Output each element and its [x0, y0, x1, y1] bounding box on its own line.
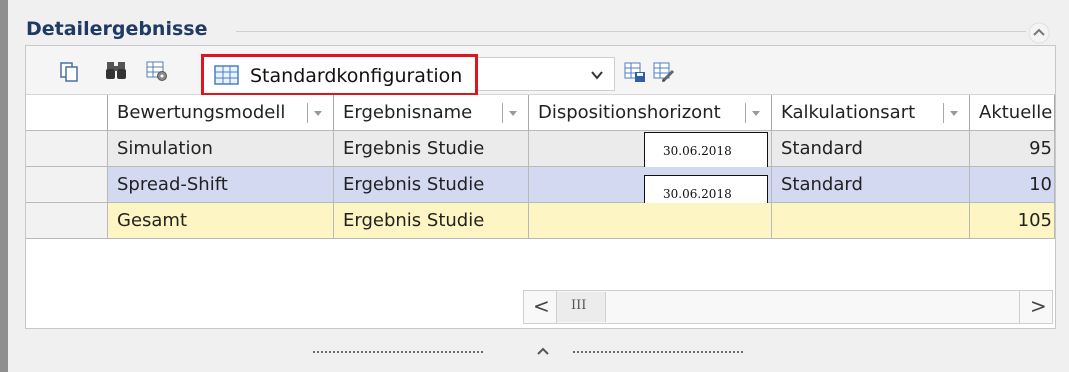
copy-icon[interactable]: [58, 61, 80, 83]
configuration-select[interactable]: Standardkonfiguration: [201, 54, 478, 96]
configuration-value: Standardkonfiguration: [250, 65, 463, 87]
row-selector[interactable]: [26, 167, 108, 203]
column-header-label: Dispositionshorizont: [538, 102, 721, 123]
chevron-up-icon[interactable]: [535, 344, 551, 358]
section-title: Detailergebnisse: [26, 18, 208, 40]
grid-toolbar: Standardkonfiguration: [26, 46, 1055, 96]
filter-dropdown-icon[interactable]: [502, 103, 523, 123]
table-row[interactable]: Simulation Ergebnis Studie Standard 95: [26, 131, 1055, 167]
column-header-kalkulationsart[interactable]: Kalkulationsart: [772, 95, 970, 131]
row-selector[interactable]: [26, 203, 108, 239]
configuration-dropdown-area[interactable]: [478, 57, 615, 91]
scroll-grip: III: [571, 298, 587, 313]
collapse-section-icon[interactable]: [1028, 22, 1050, 44]
binoculars-icon[interactable]: [105, 59, 127, 81]
cell-kalkulationsart[interactable]: Standard: [772, 167, 970, 203]
filter-dropdown-icon[interactable]: [943, 103, 964, 123]
column-header-label: Ergebnisname: [343, 102, 473, 123]
filter-dropdown-icon[interactable]: [745, 103, 766, 123]
details-panel: Detailergebnisse Standardkonfiguration B…: [8, 0, 1069, 372]
column-header-label: Aktuelle: [979, 102, 1053, 123]
filter-dropdown-icon[interactable]: [307, 103, 328, 123]
splitter-grip-right: [573, 351, 745, 353]
grid-save-icon[interactable]: [624, 61, 646, 83]
table-icon: [214, 65, 239, 85]
column-header-label: Bewertungsmodell: [117, 102, 286, 123]
scroll-right-button[interactable]: >: [1019, 291, 1052, 323]
column-header-label: Kalkulationsart: [781, 102, 916, 123]
cell-ergebnisname[interactable]: Ergebnis Studie: [334, 131, 529, 167]
window-frame: [0, 0, 8, 372]
grid-settings-icon[interactable]: [146, 60, 168, 82]
horizontal-scrollbar[interactable]: < III >: [523, 290, 1053, 324]
splitter-grip-left: [313, 351, 485, 353]
scroll-left-button[interactable]: <: [524, 291, 557, 323]
cell-ergebnisname[interactable]: Ergebnis Studie: [334, 203, 529, 239]
chevron-left-icon: <: [533, 294, 550, 318]
row-header-corner: [26, 95, 108, 131]
scroll-thumb[interactable]: III: [557, 292, 606, 322]
cell-kalkulationsart[interactable]: Standard: [772, 131, 970, 167]
row-selector[interactable]: [26, 131, 108, 167]
chevron-down-icon[interactable]: [590, 69, 604, 81]
cell-bewertungsmodell[interactable]: Gesamt: [108, 203, 334, 239]
grid-header-row: Bewertungsmodell Ergebnisname Dispositio…: [26, 95, 1055, 131]
section-divider: [236, 31, 1026, 32]
chevron-right-icon: >: [1030, 294, 1047, 318]
column-header-aktuelle[interactable]: Aktuelle: [970, 95, 1055, 131]
cell-aktuelle[interactable]: 10: [970, 167, 1055, 203]
column-header-bewertungsmodell[interactable]: Bewertungsmodell: [108, 95, 334, 131]
column-header-ergebnisname[interactable]: Ergebnisname: [334, 95, 529, 131]
cell-bewertungsmodell[interactable]: Spread-Shift: [108, 167, 334, 203]
table-row[interactable]: Spread-Shift Ergebnis Studie Standard 10: [26, 167, 1055, 203]
cell-bewertungsmodell[interactable]: Simulation: [108, 131, 334, 167]
column-header-dispositionshorizont[interactable]: Dispositionshorizont: [529, 95, 772, 131]
grid-edit-icon[interactable]: [653, 61, 675, 83]
cell-kalkulationsart[interactable]: [772, 203, 970, 239]
cell-ergebnisname[interactable]: Ergebnis Studie: [334, 167, 529, 203]
date-overlay: 30.06.2018: [644, 132, 768, 170]
table-row[interactable]: Gesamt Ergebnis Studie 105: [26, 203, 1055, 239]
panel-splitter[interactable]: [313, 342, 753, 362]
cell-aktuelle[interactable]: 95: [970, 131, 1055, 167]
results-group: Standardkonfiguration Bewertungsmodell E…: [25, 45, 1056, 329]
cell-aktuelle[interactable]: 105: [970, 203, 1055, 239]
cell-dispositionshorizont[interactable]: [529, 203, 772, 239]
